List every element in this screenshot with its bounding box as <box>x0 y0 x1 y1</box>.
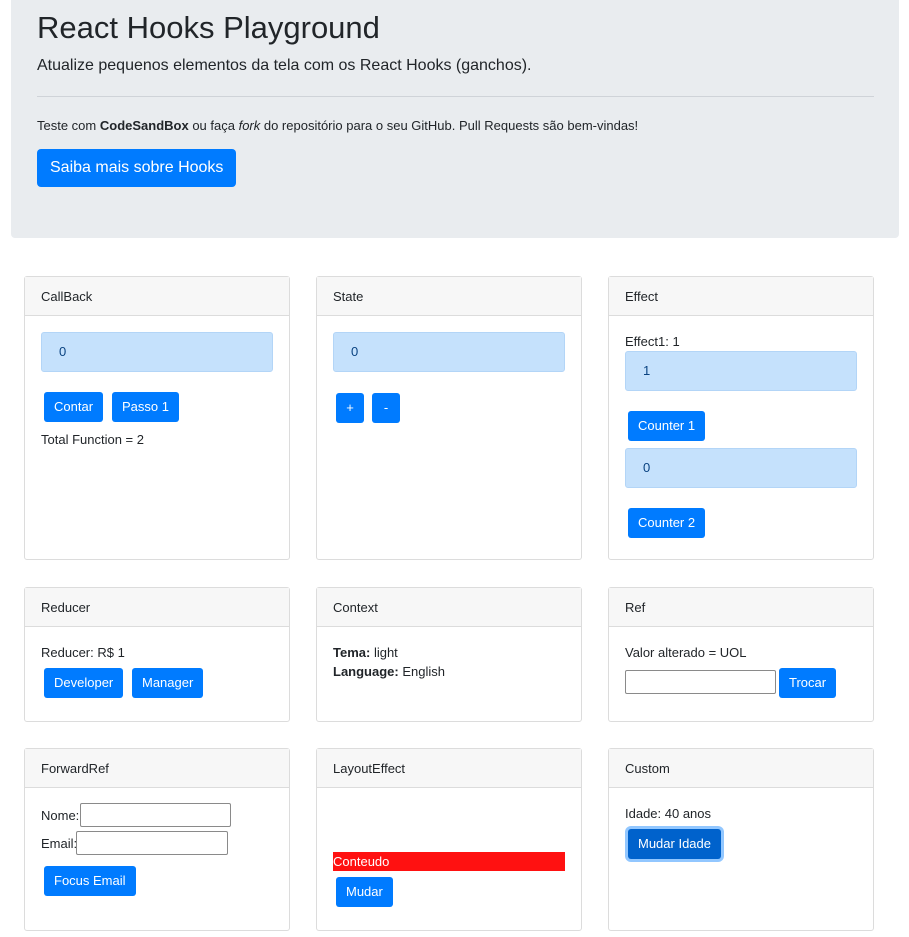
effect-value-1: 1 <box>625 351 857 391</box>
card-header-callback: CallBack <box>25 277 289 316</box>
plus-button[interactable]: + <box>336 393 364 423</box>
developer-button[interactable]: Developer <box>44 668 124 698</box>
change-age-button[interactable]: Mudar Idade <box>628 829 721 859</box>
card-callback: CallBack 0 Contar Passo 1 Total Function… <box>24 276 290 560</box>
card-header-forwardref: ForwardRef <box>25 749 289 788</box>
card-header-ref: Ref <box>609 588 873 627</box>
callback-value: 0 <box>41 332 273 372</box>
swap-button[interactable]: Trocar <box>779 668 837 698</box>
manager-button[interactable]: Manager <box>132 668 204 698</box>
card-header-layouteffect: LayoutEffect <box>317 749 581 788</box>
card-ref: Ref Valor alterado = UOL Trocar <box>608 587 874 722</box>
theme-line: Tema: light <box>333 645 398 660</box>
jumbotron: React Hooks Playground Atualize pequenos… <box>11 0 899 238</box>
intro-text-mid: ou faça <box>188 118 239 133</box>
email-label: Email: <box>41 836 78 851</box>
email-field[interactable] <box>76 831 228 855</box>
theme-label: Tema: <box>333 645 371 660</box>
intro-text-prefix: Teste com <box>37 118 100 133</box>
age-text: Idade: 40 anos <box>625 806 712 821</box>
divider <box>37 96 874 97</box>
card-context: Context Tema: light Language: English <box>316 587 582 722</box>
step-button[interactable]: Passo 1 <box>112 392 179 422</box>
card-custom: Custom Idade: 40 anos Mudar Idade <box>608 748 874 931</box>
language-label: Language: <box>333 664 399 679</box>
name-label: Nome: <box>41 808 80 823</box>
ref-input[interactable] <box>625 670 776 694</box>
card-header-context: Context <box>317 588 581 627</box>
card-state: State 0 + - <box>316 276 582 560</box>
ref-text: Valor alterado = UOL <box>625 645 747 660</box>
card-reducer: Reducer Reducer: R$ 1 Developer Manager <box>24 587 290 722</box>
change-button[interactable]: Mudar <box>336 877 393 907</box>
layout-content: Conteudo <box>333 852 565 871</box>
total-function-text: Total Function = 2 <box>41 432 144 447</box>
fork-text: fork <box>238 118 261 133</box>
card-effect: Effect Effect1: 1 1 Counter 1 0 Counter … <box>608 276 874 560</box>
card-layouteffect: LayoutEffect Conteudo Mudar <box>316 748 582 931</box>
page-lead: Atualize pequenos elementos da tela com … <box>37 57 532 74</box>
name-field[interactable] <box>80 803 231 827</box>
page-title: React Hooks Playground <box>37 10 380 45</box>
card-header-custom: Custom <box>609 749 873 788</box>
card-header-reducer: Reducer <box>25 588 289 627</box>
state-value: 0 <box>333 332 565 372</box>
intro-text: Teste com CodeSandBox ou faça fork do re… <box>37 118 638 133</box>
card-header-effect: Effect <box>609 277 873 316</box>
language-value: English <box>398 664 445 679</box>
minus-button[interactable]: - <box>372 393 400 423</box>
focus-email-button[interactable]: Focus Email <box>44 866 136 896</box>
effect1-label: Effect1: 1 <box>625 334 680 349</box>
card-header-state: State <box>317 277 581 316</box>
count-button[interactable]: Contar <box>44 392 104 422</box>
theme-value: light <box>370 645 398 660</box>
counter1-button[interactable]: Counter 1 <box>628 411 706 441</box>
effect-value-2: 0 <box>625 448 857 488</box>
reducer-text: Reducer: R$ 1 <box>41 645 125 660</box>
counter2-button[interactable]: Counter 2 <box>628 508 706 538</box>
language-line: Language: English <box>333 664 445 679</box>
learn-hooks-button[interactable]: Saiba mais sobre Hooks <box>37 149 237 187</box>
intro-text-suffix: do repositório para o seu GitHub. Pull R… <box>260 118 639 133</box>
codesandbox-link[interactable]: CodeSandBox <box>100 118 189 133</box>
card-forwardref: ForwardRef Nome: Email: Focus Email <box>24 748 290 931</box>
